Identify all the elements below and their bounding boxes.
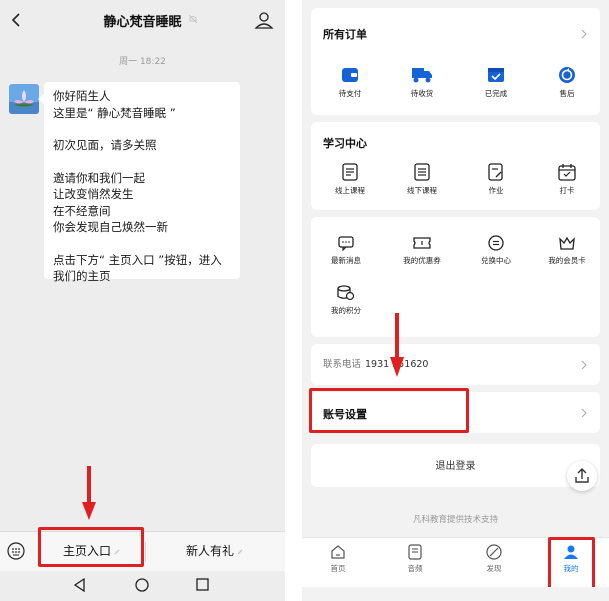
order-pending-receipt[interactable]: 待收货: [387, 66, 457, 99]
chat-timestamp: 周一 18:22: [119, 57, 166, 67]
message-line: 让改变悄然发生: [53, 187, 134, 201]
message-bubble: 你好陌生人 这里是“ 静心梵音睡眠 ” 初次见面，请多关照 邀请你和我们一起 让…: [38, 82, 240, 283]
order-pending-payment[interactable]: 待支付: [315, 66, 385, 99]
message-line: 你会发现自己焕然一新: [53, 220, 168, 234]
mute-icon: [188, 14, 198, 24]
nav-home-icon[interactable]: [135, 578, 149, 592]
pointer-arrow-icon: [390, 313, 404, 377]
exchange-icon: [488, 235, 504, 251]
tab-audio[interactable]: 音频: [385, 544, 445, 574]
wallet-icon: [342, 68, 358, 82]
menu-divider: [145, 542, 146, 562]
share-icon: [575, 468, 589, 483]
latest-messages[interactable]: 最新消息: [311, 235, 381, 266]
keyboard-icon[interactable]: [7, 542, 25, 560]
audio-icon: [408, 544, 422, 560]
service-label: 最新消息: [331, 256, 361, 265]
exchange-center[interactable]: 兑换中心: [461, 235, 531, 266]
course-label: 作业: [488, 186, 504, 195]
profile-icon[interactable]: [254, 10, 274, 30]
order-label: 已完成: [484, 89, 508, 98]
highlight-box: [548, 537, 595, 590]
completed-box-icon: [488, 68, 504, 82]
phone-label: 联系电话 1931 251620: [323, 356, 428, 370]
system-nav-bar: [0, 571, 285, 601]
message-line: 初次见面，请多关照: [53, 138, 157, 152]
homework-icon: [488, 163, 503, 181]
order-label: 售后: [559, 89, 575, 98]
chat-title: 静心梵音睡眠: [103, 15, 182, 30]
highlight-box: [309, 388, 469, 433]
system-nav-bar: [302, 587, 609, 601]
learning-center-title: 学习中心: [323, 137, 367, 150]
tab-label: 首页: [330, 564, 346, 573]
my-points[interactable]: 我的积分: [311, 285, 381, 316]
my-coupons[interactable]: 我的优惠券: [387, 235, 457, 266]
coupon-icon: [413, 237, 431, 249]
offline-course-icon: [414, 163, 430, 181]
powered-by-text: 凡科教育提供技术支持: [302, 513, 609, 525]
order-after-sales[interactable]: 售后: [532, 66, 602, 99]
service-label: 我的积分: [331, 306, 361, 315]
offline-course[interactable]: 线下课程: [387, 163, 457, 196]
discover-icon: [486, 544, 502, 560]
chevron-right-icon[interactable]: [581, 360, 587, 370]
service-label: 兑换中心: [481, 256, 511, 265]
message-line: 点击下方“ 主页入口 ”按钮，进入: [53, 252, 222, 267]
chat-header: 静心梵音睡眠: [0, 0, 285, 42]
phone-row[interactable]: 联系电话 1931 251620: [311, 344, 600, 385]
message-icon: [338, 236, 354, 251]
online-course[interactable]: 线上课程: [315, 163, 385, 196]
orders-title[interactable]: 所有订单: [323, 26, 367, 42]
message-line: 邀请你和我们一起: [53, 170, 145, 185]
order-completed[interactable]: 已完成: [461, 66, 531, 99]
services-card: 最新消息 我的优惠券 兑换中心 我的会员卡 我的积分: [311, 217, 600, 337]
logout-button[interactable]: 退出登录: [311, 444, 600, 487]
nav-back-icon[interactable]: [73, 578, 87, 592]
orders-card: 所有订单 待支付 待收货 已完成 售后: [311, 8, 600, 115]
share-button[interactable]: [567, 461, 597, 491]
account-screen: 所有订单 待支付 待收货 已完成 售后 学习中心 线上课程 线下课程 作业 打卡…: [302, 0, 609, 601]
home-icon: [331, 545, 345, 559]
service-label: 我的会员卡: [548, 256, 586, 265]
message-line: 我们的主页: [53, 269, 111, 283]
phone-label-text: 联系电话: [323, 359, 362, 370]
course-label: 线下课程: [407, 186, 437, 195]
pointer-arrow-icon: [82, 466, 96, 520]
homework[interactable]: 作业: [461, 163, 531, 196]
course-label: 线上课程: [335, 186, 365, 195]
nav-recent-icon[interactable]: [196, 578, 209, 591]
chevron-right-icon[interactable]: [581, 408, 587, 418]
order-label: 待支付: [338, 89, 362, 98]
tab-discover[interactable]: 发现: [464, 544, 524, 574]
message-line: 在不经意间: [53, 203, 111, 218]
check-in[interactable]: 打卡: [532, 163, 602, 196]
chevron-right-icon[interactable]: [581, 29, 587, 39]
truck-icon: [412, 68, 432, 83]
service-label: 我的优惠券: [403, 256, 441, 265]
chat-screen: 静心梵音睡眠 周一 18:22 你好陌生人 这里是“ 静心梵音睡眠 ” 初次见面…: [0, 0, 285, 601]
tab-home[interactable]: 首页: [308, 544, 368, 574]
tab-label: 音频: [407, 564, 423, 573]
points-icon: [337, 285, 355, 301]
highlight-box: [38, 527, 144, 567]
learning-center-card: 学习中心 线上课程 线下课程 作业 打卡: [311, 122, 600, 210]
avatar[interactable]: [9, 84, 39, 114]
tab-label: 发现: [486, 564, 502, 573]
my-vip-card[interactable]: 我的会员卡: [532, 235, 602, 266]
online-course-icon: [342, 163, 358, 181]
order-label: 待收货: [410, 89, 434, 98]
message-line: 这里是“ 静心梵音睡眠 ”: [53, 105, 176, 120]
calendar-checkin-icon: [558, 164, 576, 181]
pencil-icon: [237, 549, 243, 555]
after-sales-icon: [559, 67, 575, 83]
vip-card-icon: [559, 236, 575, 250]
new-user-gift-menu[interactable]: 新人有礼: [150, 533, 280, 570]
powered-by-label: 凡科教育提供技术支持: [412, 515, 498, 525]
course-label: 打卡: [559, 186, 575, 195]
new-user-gift-label: 新人有礼: [185, 544, 234, 558]
message-line: 你好陌生人: [53, 89, 111, 103]
logout-label: 退出登录: [435, 461, 476, 472]
